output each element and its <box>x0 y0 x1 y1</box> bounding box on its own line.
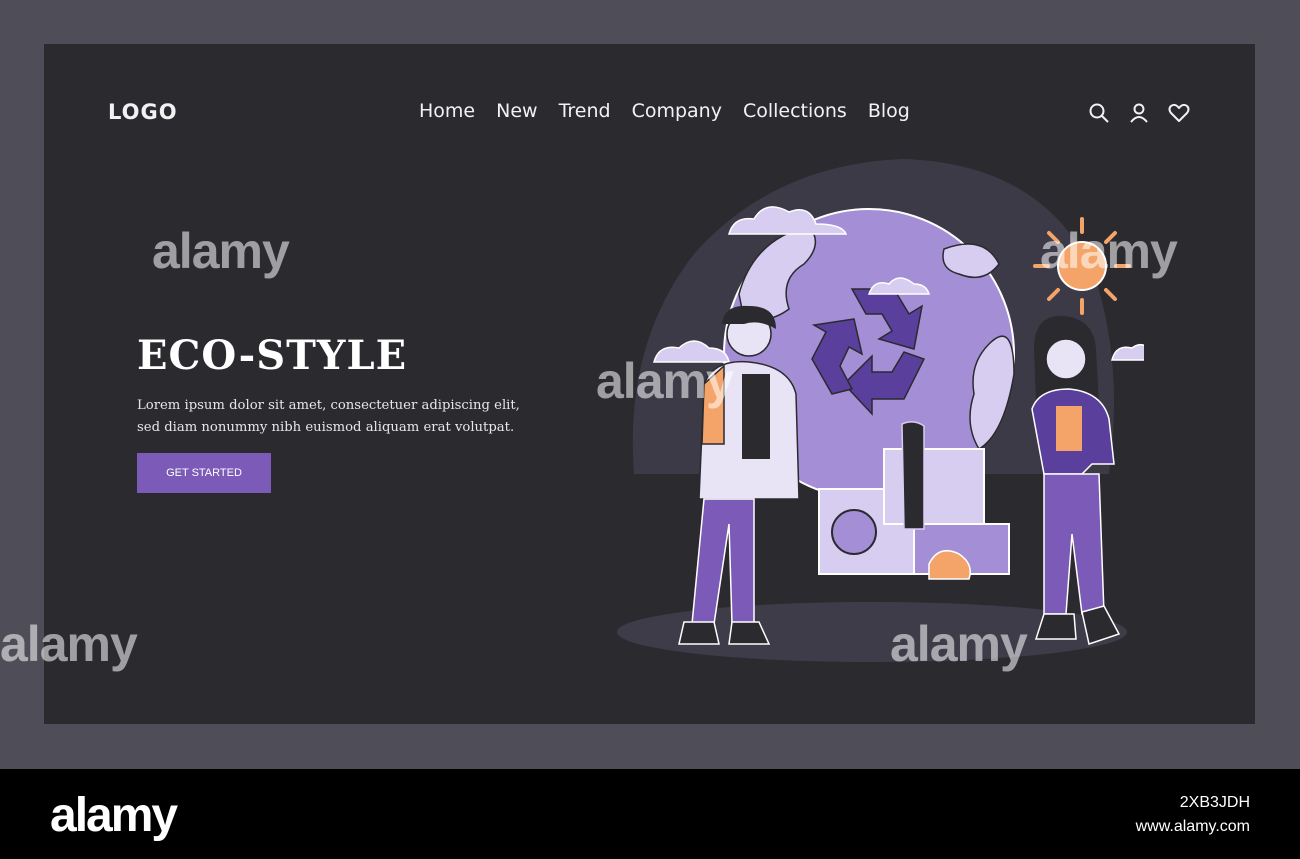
watermark-text: alamy <box>152 223 290 279</box>
main-nav: Home New Trend Company Collections Blog <box>419 100 910 122</box>
watermark-text: alamy <box>890 616 1028 672</box>
watermark-text: alamy <box>0 616 138 672</box>
watermark-text: alamy <box>596 353 734 409</box>
hero-title: ECO-STYLE <box>137 332 408 379</box>
heart-icon[interactable] <box>1168 102 1190 124</box>
nav-item-collections[interactable]: Collections <box>743 100 847 122</box>
header-icons <box>1088 102 1190 124</box>
nav-item-home[interactable]: Home <box>419 100 475 122</box>
hero-description: Lorem ipsum dolor sit amet, consectetuer… <box>137 398 520 435</box>
image-id: 2XB3JDH <box>1179 794 1250 811</box>
nav-item-new[interactable]: New <box>496 100 537 122</box>
watermark-text: alamy <box>1040 223 1178 279</box>
site-logo[interactable]: LOGO <box>108 100 178 124</box>
watermark-footer: alamy 2XB3JDH www.alamy.com <box>0 769 1300 859</box>
watermark-site: www.alamy.com <box>1135 818 1250 835</box>
watermark-info: 2XB3JDH www.alamy.com <box>1136 791 1250 839</box>
nav-item-trend[interactable]: Trend <box>559 100 611 122</box>
user-icon[interactable] <box>1128 102 1150 124</box>
nav-item-company[interactable]: Company <box>632 100 722 122</box>
nav-item-blog[interactable]: Blog <box>868 100 910 122</box>
get-started-button[interactable]: GET STARTED <box>137 453 271 493</box>
watermark-logo: alamy <box>50 789 178 842</box>
search-icon[interactable] <box>1088 102 1110 124</box>
